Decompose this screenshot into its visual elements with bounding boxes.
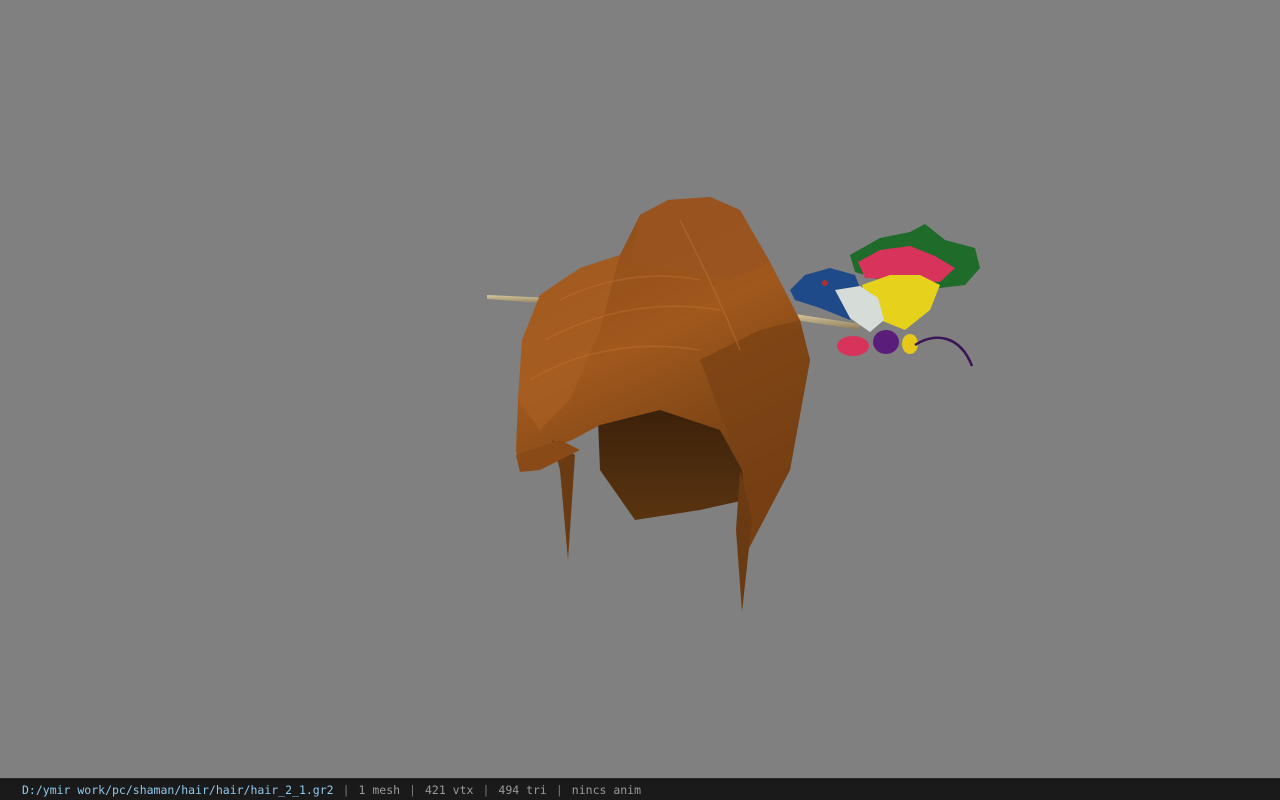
status-separator: |	[482, 782, 490, 797]
3d-viewport[interactable]	[0, 0, 1280, 778]
anim-status-label: nincs anim	[571, 782, 642, 797]
hair-mesh	[516, 197, 810, 612]
status-separator: |	[409, 782, 416, 797]
status-separator: |	[342, 782, 350, 797]
hairpin-ornament	[790, 224, 980, 367]
vertex-count-label: 421 vtx	[424, 782, 474, 797]
hair-model-render[interactable]	[0, 0, 1280, 778]
file-path-label: D:/ymir work/pc/shaman/hair/hair/hair_2_…	[22, 782, 334, 797]
status-separator: |	[555, 782, 563, 797]
status-bar: D:/ymir work/pc/shaman/hair/hair/hair_2_…	[0, 778, 1280, 800]
triangle-count-label: 494 tri	[498, 782, 547, 797]
mesh-count-label: 1 mesh	[358, 782, 401, 797]
